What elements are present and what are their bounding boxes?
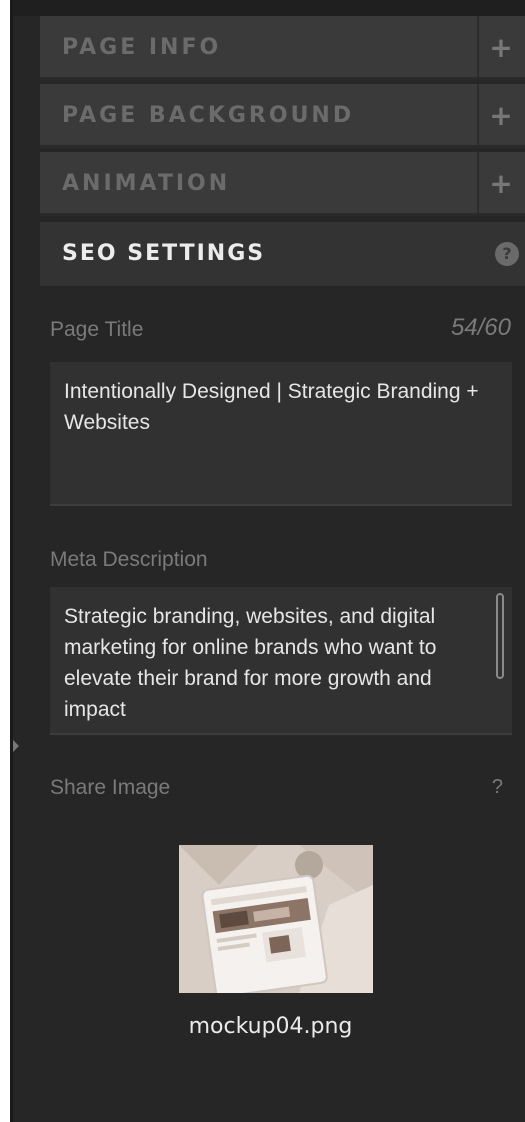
- help-circle-icon[interactable]: ?: [495, 242, 519, 266]
- meta-description-label: Meta Description: [50, 548, 208, 571]
- page-title-input[interactable]: Intentionally Designed | Strategic Brand…: [50, 362, 512, 506]
- plus-icon[interactable]: +: [481, 16, 521, 80]
- section-page-background-label: PAGE BACKGROUND: [62, 103, 355, 128]
- section-page-info-label: PAGE INFO: [62, 35, 222, 60]
- panel-top-bar: [13, 0, 525, 16]
- section-seo-settings[interactable]: SEO SETTINGS ?: [40, 222, 525, 286]
- section-divider: [477, 84, 479, 145]
- section-divider: [477, 152, 479, 213]
- help-question-icon[interactable]: ?: [492, 776, 503, 799]
- plus-icon[interactable]: +: [481, 152, 521, 216]
- share-image-thumbnail[interactable]: [179, 845, 373, 993]
- page-title-char-counter: 54/60: [450, 314, 511, 341]
- share-image-filename: mockup04.png: [188, 1014, 353, 1039]
- section-page-background[interactable]: PAGE BACKGROUND +: [40, 84, 525, 148]
- page-title-label: Page Title: [50, 318, 144, 341]
- meta-description-input[interactable]: Strategic branding, websites, and digita…: [50, 587, 512, 735]
- resize-handle[interactable]: [13, 740, 19, 752]
- textarea-scrollbar[interactable]: [496, 593, 504, 679]
- section-page-info[interactable]: PAGE INFO +: [40, 16, 525, 80]
- section-divider: [477, 16, 479, 77]
- page-title-value: Intentionally Designed | Strategic Brand…: [64, 380, 479, 434]
- share-image-label: Share Image: [50, 776, 171, 799]
- seo-settings-panel: PAGE INFO + PAGE BACKGROUND + ANIMATION …: [10, 0, 525, 1122]
- section-seo-settings-label: SEO SETTINGS: [62, 241, 266, 266]
- plus-icon[interactable]: +: [481, 84, 521, 148]
- section-animation-label: ANIMATION: [62, 171, 231, 196]
- section-animation[interactable]: ANIMATION +: [40, 152, 525, 216]
- mockup-preview-image: [179, 845, 373, 993]
- meta-description-value: Strategic branding, websites, and digita…: [64, 605, 437, 721]
